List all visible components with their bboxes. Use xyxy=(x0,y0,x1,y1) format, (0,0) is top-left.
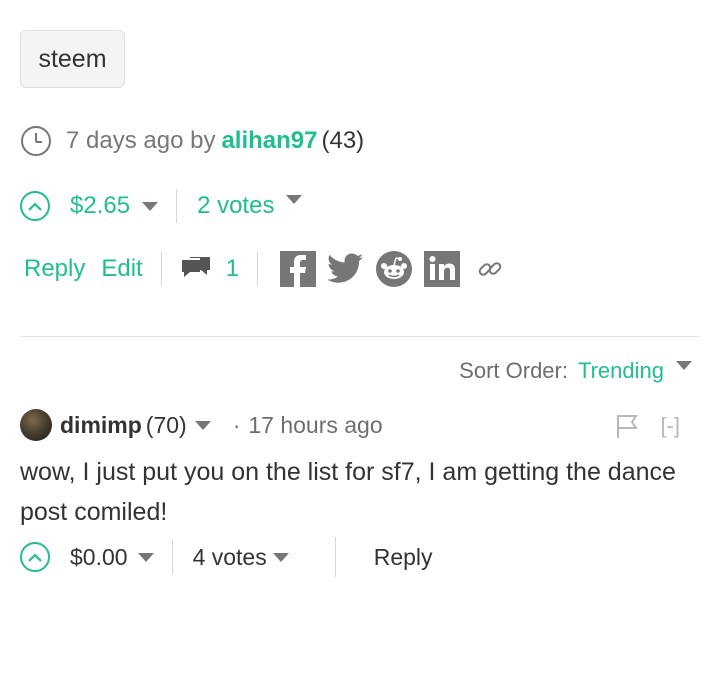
twitter-icon[interactable] xyxy=(328,251,364,287)
comment-payout[interactable]: $0.00 xyxy=(70,544,128,571)
post-action-row: Reply Edit 1 xyxy=(24,248,520,290)
comment-author-link[interactable]: dimimp xyxy=(60,412,142,439)
divider xyxy=(257,252,259,286)
linkedin-icon[interactable] xyxy=(424,251,461,287)
tag-steem[interactable]: steem xyxy=(20,30,125,88)
comments-icon[interactable] xyxy=(180,254,212,284)
divider xyxy=(160,252,162,286)
post-vote-row: $2.65 2 votes xyxy=(20,186,303,226)
post-payout[interactable]: $2.65 xyxy=(70,192,130,220)
chevron-up-icon xyxy=(28,202,42,211)
reply-button[interactable]: Reply xyxy=(24,255,85,283)
comment-votes-count[interactable]: 4 votes xyxy=(193,544,267,571)
comment-header: dimimp (70) · 17 hours ago xyxy=(20,408,383,442)
edit-button[interactable]: Edit xyxy=(101,255,142,283)
chevron-up-icon xyxy=(28,553,42,562)
facebook-icon[interactable] xyxy=(280,251,317,287)
divider xyxy=(334,537,336,577)
sort-order-select[interactable]: Trending xyxy=(578,358,664,384)
post-time: 7 days ago by xyxy=(66,127,216,154)
divider xyxy=(171,540,173,574)
comment-controls: [-] xyxy=(616,410,680,442)
link-icon[interactable] xyxy=(472,251,508,287)
sort-dropdown-icon[interactable] xyxy=(676,360,692,370)
comment-reply-button[interactable]: Reply xyxy=(374,544,433,571)
comment-body: wow, I just put you on the list for sf7,… xyxy=(20,458,676,526)
upvote-button[interactable] xyxy=(20,191,50,221)
comment-payout-dropdown-icon[interactable] xyxy=(137,552,154,562)
comment-votes-dropdown-icon[interactable] xyxy=(272,552,289,562)
post-author-reputation: (43) xyxy=(321,127,365,154)
comment-author-reputation: (70) xyxy=(145,411,187,438)
comment-count[interactable]: 1 xyxy=(226,255,239,283)
payout-dropdown-icon[interactable] xyxy=(142,201,159,211)
votes-dropdown-icon[interactable] xyxy=(286,194,303,204)
flag-icon[interactable] xyxy=(616,413,639,439)
tag-label: steem xyxy=(38,44,107,73)
section-divider xyxy=(20,336,700,337)
post-meta: 7 days ago by alihan97 (43) xyxy=(20,122,364,160)
clock-icon xyxy=(20,125,52,157)
post-votes-count[interactable]: 2 votes xyxy=(197,192,274,220)
collapse-button[interactable]: [-] xyxy=(660,413,680,439)
post-author-link[interactable]: alihan97 xyxy=(221,127,317,155)
sort-order-label: Sort Order: xyxy=(459,358,568,383)
avatar[interactable] xyxy=(20,409,52,441)
author-dropdown-icon[interactable] xyxy=(194,420,211,430)
reddit-icon[interactable] xyxy=(376,251,413,287)
sort-order: Sort Order: Trending xyxy=(459,354,692,388)
separator-dot: · xyxy=(232,411,241,438)
comment-vote-row: $0.00 4 votes Reply xyxy=(20,537,433,577)
comment-upvote-button[interactable] xyxy=(20,542,50,572)
divider xyxy=(176,189,178,223)
comment-time[interactable]: 17 hours ago xyxy=(248,412,382,439)
